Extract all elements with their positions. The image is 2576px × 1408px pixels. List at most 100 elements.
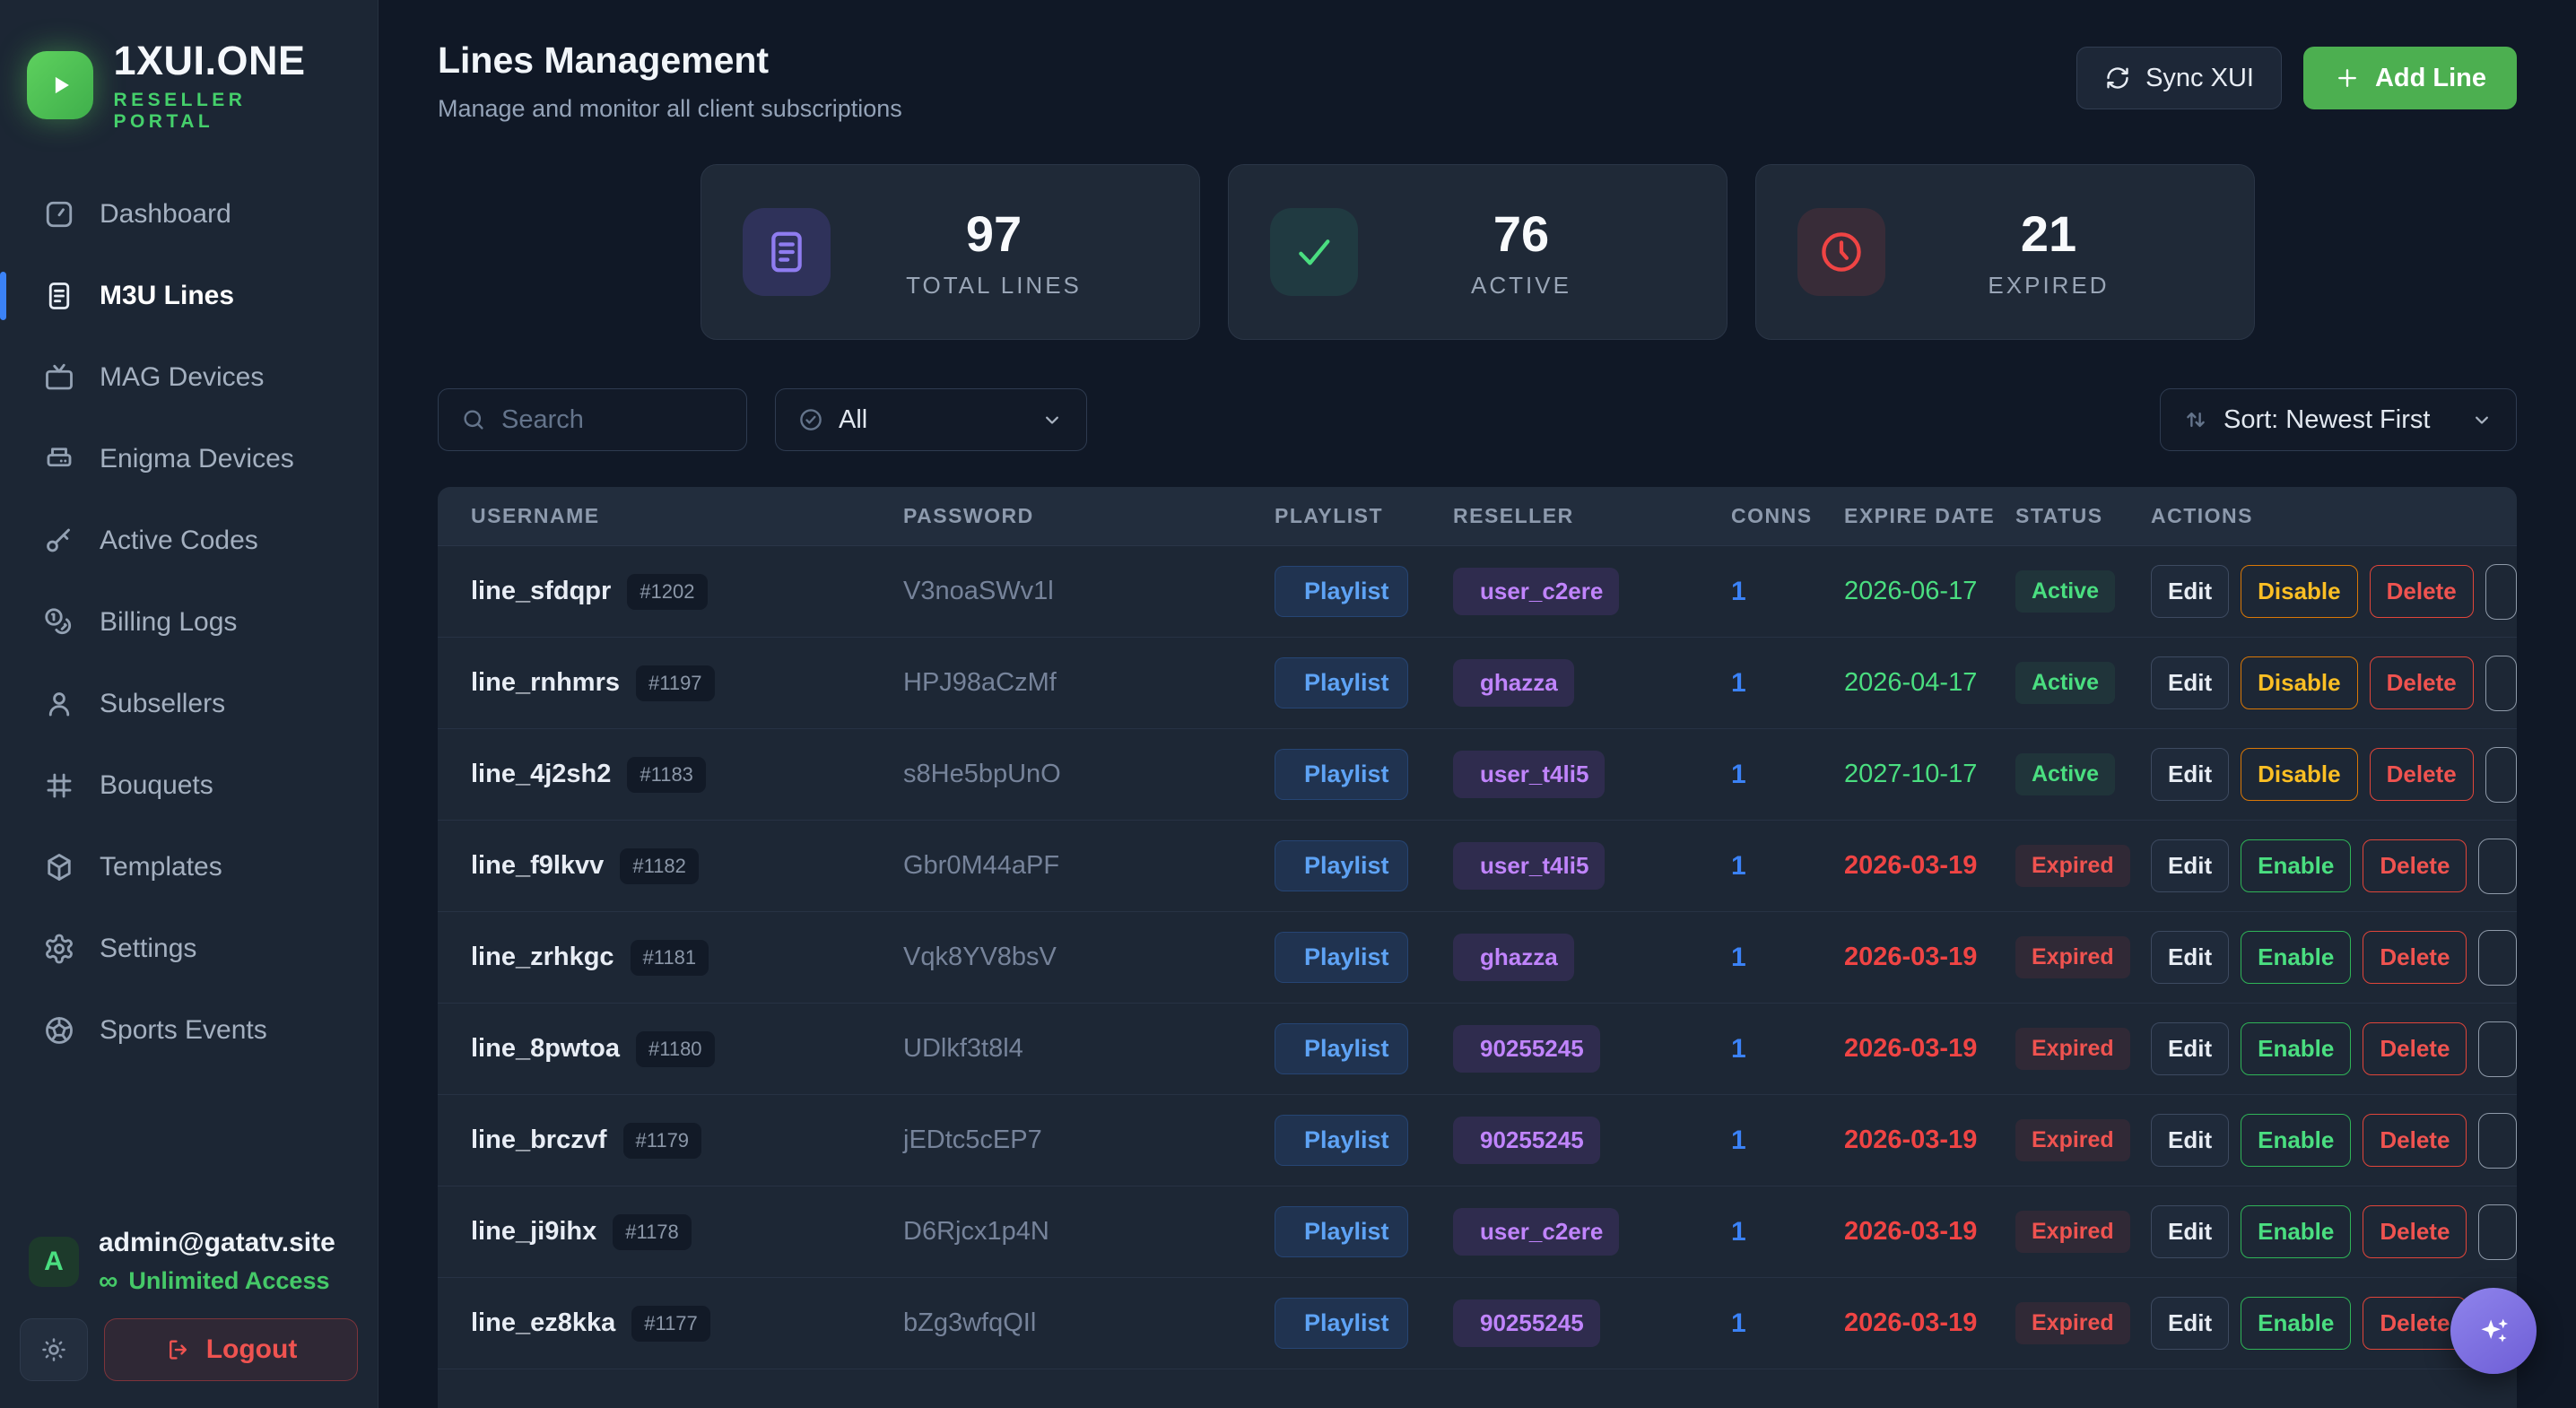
delete-button[interactable]: Delete: [2363, 931, 2467, 984]
conns-value: 1: [1731, 1126, 1844, 1156]
column-header-expire-date: EXPIRE DATE: [1844, 504, 2015, 528]
sidebar-item-billing-logs[interactable]: Billing Logs: [20, 593, 358, 652]
device-icon: [43, 443, 75, 475]
table-row: line_4j2sh2 #1183 s8He5bpUnO Playlist us…: [438, 729, 2517, 821]
edit-button[interactable]: Edit: [2151, 1297, 2229, 1350]
edit-button[interactable]: Edit: [2151, 931, 2229, 984]
delete-button[interactable]: Delete: [2370, 656, 2474, 709]
delete-button[interactable]: Delete: [2363, 1022, 2467, 1075]
edit-button[interactable]: Edit: [2151, 1205, 2229, 1258]
reseller-badge: 90255245: [1453, 1299, 1600, 1347]
sidebar-item-label: Settings: [100, 934, 196, 964]
table-row: line_ji9ihx #1178 D6Rjcx1p4N Playlist us…: [438, 1186, 2517, 1278]
sidebar-item-m3u-lines[interactable]: M3U Lines: [20, 266, 358, 326]
copy-button[interactable]: [2485, 564, 2517, 620]
conns-value: 1: [1731, 943, 1844, 973]
sidebar-item-label: Dashboard: [100, 199, 231, 230]
status-badge: Expired: [2015, 845, 2130, 887]
sidebar-item-mag-devices[interactable]: MAG Devices: [20, 348, 358, 407]
disable-button[interactable]: Disable: [2241, 748, 2358, 801]
delete-button[interactable]: Delete: [2370, 748, 2474, 801]
edit-button[interactable]: Edit: [2151, 839, 2229, 892]
sidebar-item-label: Active Codes: [100, 526, 258, 556]
status-filter-select[interactable]: All: [775, 388, 1087, 451]
copy-button[interactable]: [2478, 1204, 2517, 1260]
disable-button[interactable]: Disable: [2241, 656, 2358, 709]
theme-toggle-button[interactable]: [20, 1318, 88, 1381]
password-text: D6Rjcx1p4N: [903, 1217, 1275, 1247]
enable-button[interactable]: Enable: [2241, 931, 2351, 984]
playlist-button[interactable]: Playlist: [1275, 1206, 1408, 1257]
sidebar-item-enigma-devices[interactable]: Enigma Devices: [20, 430, 358, 489]
ai-assistant-button[interactable]: [2450, 1288, 2537, 1374]
playlist-button[interactable]: Playlist: [1275, 566, 1408, 617]
playlist-button[interactable]: Playlist: [1275, 657, 1408, 708]
playlist-button[interactable]: Playlist: [1275, 840, 1408, 891]
page-subtitle: Manage and monitor all client subscripti…: [438, 95, 902, 123]
edit-button[interactable]: Edit: [2151, 1114, 2229, 1167]
sort-select[interactable]: Sort: Newest First: [2160, 388, 2517, 451]
password-text: Gbr0M44aPF: [903, 851, 1275, 881]
chevron-down-icon: [1040, 407, 1065, 432]
search-input[interactable]: [501, 405, 725, 435]
enable-button[interactable]: Enable: [2241, 1297, 2351, 1350]
edit-button[interactable]: Edit: [2151, 748, 2229, 801]
sidebar-item-templates[interactable]: Templates: [20, 838, 358, 897]
sidebar-item-label: Billing Logs: [100, 607, 237, 638]
frame-icon: [43, 769, 75, 802]
sparkles-icon: [2473, 1310, 2514, 1352]
disable-button[interactable]: Disable: [2241, 565, 2358, 618]
delete-button[interactable]: Delete: [2363, 1114, 2467, 1167]
sync-xui-button[interactable]: Sync XUI: [2076, 47, 2282, 109]
copy-button[interactable]: [2478, 1021, 2517, 1077]
delete-button[interactable]: Delete: [2363, 839, 2467, 892]
sidebar-item-subsellers[interactable]: Subsellers: [20, 674, 358, 734]
table-row: line_rnhmrs #1197 HPJ98aCzMf Playlist gh…: [438, 638, 2517, 729]
sidebar-item-dashboard[interactable]: Dashboard: [20, 185, 358, 244]
playlist-button[interactable]: Playlist: [1275, 1023, 1408, 1074]
sidebar-item-settings[interactable]: Settings: [20, 919, 358, 978]
line-id-badge: #1197: [636, 665, 715, 701]
line-id-badge: #1181: [631, 940, 709, 976]
play-icon: [40, 65, 80, 105]
edit-button[interactable]: Edit: [2151, 565, 2229, 618]
playlist-button[interactable]: Playlist: [1275, 1115, 1408, 1166]
copy-button[interactable]: [2478, 1113, 2517, 1169]
column-header-conns: CONNS: [1731, 504, 1844, 528]
sidebar-item-active-codes[interactable]: Active Codes: [20, 511, 358, 570]
search-box: [438, 388, 747, 451]
status-badge: Expired: [2015, 1302, 2130, 1344]
copy-button[interactable]: [2485, 747, 2517, 803]
enable-button[interactable]: Enable: [2241, 1205, 2351, 1258]
sidebar-item-sports-events[interactable]: Sports Events: [20, 1001, 358, 1060]
playlist-button[interactable]: Playlist: [1275, 932, 1408, 983]
delete-button[interactable]: Delete: [2370, 565, 2474, 618]
sidebar-item-label: M3U Lines: [100, 281, 234, 311]
playlist-button[interactable]: Playlist: [1275, 749, 1408, 800]
stat-card: 76 ACTIVE: [1228, 164, 1727, 340]
line-id-badge: #1183: [627, 757, 706, 793]
page-header: Lines Management Manage and monitor all …: [438, 39, 2517, 123]
enable-button[interactable]: Enable: [2241, 1114, 2351, 1167]
copy-button[interactable]: [2478, 930, 2517, 986]
copy-button[interactable]: [2485, 656, 2517, 711]
password-text: jEDtc5cEP7: [903, 1126, 1275, 1155]
copy-button[interactable]: [2478, 839, 2517, 894]
filter-row: All Sort: Newest First: [438, 388, 2517, 451]
sidebar-item-bouquets[interactable]: Bouquets: [20, 756, 358, 815]
username-text: line_rnhmrs: [471, 668, 620, 698]
delete-button[interactable]: Delete: [2363, 1205, 2467, 1258]
conns-value: 1: [1731, 1217, 1844, 1247]
edit-button[interactable]: Edit: [2151, 1022, 2229, 1075]
sort-value: Sort: Newest First: [2224, 405, 2455, 435]
status-badge: Expired: [2015, 1028, 2130, 1070]
edit-button[interactable]: Edit: [2151, 656, 2229, 709]
add-line-button[interactable]: Add Line: [2303, 47, 2517, 109]
enable-button[interactable]: Enable: [2241, 1022, 2351, 1075]
playlist-button[interactable]: Playlist: [1275, 1298, 1408, 1349]
enable-button[interactable]: Enable: [2241, 839, 2351, 892]
stat-value: 21: [1885, 204, 2213, 263]
logout-button[interactable]: Logout: [104, 1318, 358, 1381]
user-icon: [43, 688, 75, 720]
brand-name: 1XUI.ONE: [113, 38, 351, 84]
